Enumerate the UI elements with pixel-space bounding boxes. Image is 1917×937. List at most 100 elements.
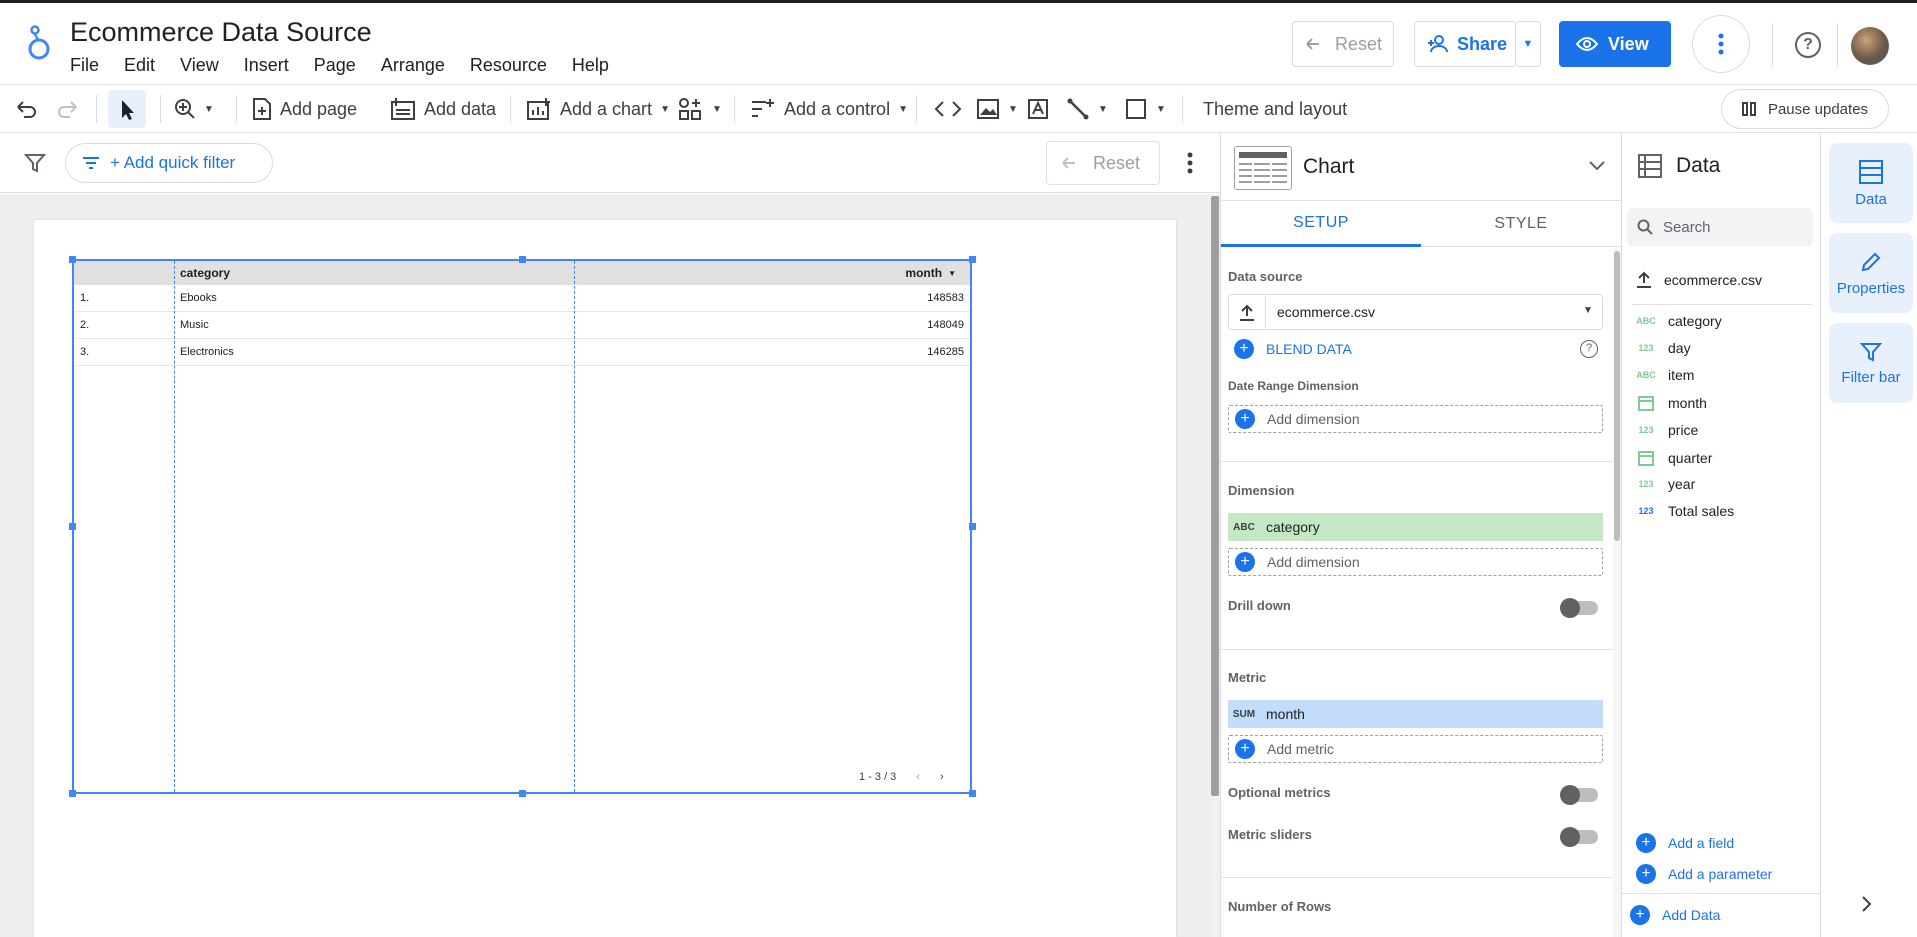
filter-icon[interactable] (24, 152, 46, 174)
scrollbar-thumb[interactable] (1614, 251, 1620, 541)
tab-style[interactable]: STYLE (1421, 201, 1621, 247)
chevron-right-icon[interactable]: › (940, 771, 944, 783)
table-chart[interactable]: category month ▼ 1. Ebooks 148583 2. Mus… (72, 259, 972, 794)
chart-properties-panel: Chart SETUP STYLE Data source ecommerce.… (1220, 133, 1621, 937)
menu-insert[interactable]: Insert (244, 55, 289, 76)
undo-button[interactable] (16, 85, 38, 133)
menu-file[interactable]: File (70, 55, 99, 76)
add-line-button[interactable]: ▼ (1066, 85, 1108, 133)
add-shape-button[interactable]: ▼ (1124, 85, 1166, 133)
community-viz-button[interactable]: ▼ (678, 85, 722, 133)
view-button[interactable]: View (1559, 21, 1671, 67)
resize-handle[interactable] (69, 523, 76, 530)
add-text-button[interactable] (1026, 85, 1050, 133)
table-row: 3. Electronics 146285 (74, 339, 970, 366)
section-divider (1221, 877, 1613, 878)
number-type-icon: 123 (1638, 506, 1654, 516)
menu-help[interactable]: Help (572, 55, 609, 76)
add-field-button[interactable]: + Add a field (1636, 833, 1734, 853)
field-item-category[interactable]: ABC category (1636, 313, 1721, 329)
metric-sliders-toggle[interactable] (1560, 827, 1598, 847)
scrollbar-thumb[interactable] (1211, 196, 1219, 796)
rail-filter-bar-button[interactable]: Filter bar (1829, 323, 1913, 403)
add-quick-filter-button[interactable]: + Add quick filter (65, 143, 273, 183)
help-icon[interactable]: ? (1580, 340, 1598, 358)
share-dropdown-button[interactable]: ▼ (1516, 21, 1541, 67)
drill-down-toggle[interactable] (1560, 598, 1598, 618)
panel-scrollbar[interactable] (1613, 249, 1621, 937)
more-vert-icon[interactable] (1187, 152, 1193, 174)
add-image-button[interactable]: ▼ (976, 85, 1018, 133)
more-options-button[interactable] (1692, 15, 1750, 73)
resize-handle[interactable] (519, 790, 526, 797)
chart-panel-title: Chart (1303, 155, 1355, 178)
filter-reset-label: Reset (1093, 152, 1141, 173)
add-parameter-button[interactable]: + Add a parameter (1636, 864, 1772, 884)
field-item-quarter[interactable]: quarter (1636, 449, 1712, 467)
chevron-down-icon[interactable] (1589, 161, 1605, 171)
dimension-label: Dimension (1228, 483, 1295, 498)
canvas-scrollbar[interactable] (1210, 194, 1220, 937)
zoom-button[interactable]: ▼ (174, 85, 214, 133)
filter-reset-button[interactable]: Reset (1046, 141, 1160, 185)
field-item-day[interactable]: 123 day (1636, 340, 1690, 356)
add-control-label: Add a control (784, 98, 891, 119)
header-reset-button[interactable]: Reset (1292, 21, 1394, 67)
add-control-button[interactable]: Add a control ▼ (750, 85, 908, 133)
menu-edit[interactable]: Edit (124, 55, 155, 76)
add-dimension-button[interactable]: + Add dimension (1228, 548, 1603, 576)
data-source-item[interactable]: ecommerce.csv (1636, 271, 1762, 289)
resize-handle[interactable] (969, 790, 976, 797)
field-item-price[interactable]: 123 price (1636, 422, 1698, 438)
table-header-month[interactable]: month ▼ (905, 261, 956, 285)
dimension-chip-category[interactable]: ABC category (1228, 513, 1603, 541)
add-data-button[interactable]: + Add Data (1630, 905, 1720, 925)
rail-properties-label: Properties (1836, 279, 1906, 297)
resize-handle[interactable] (519, 256, 526, 263)
resize-handle[interactable] (969, 523, 976, 530)
table-header-category[interactable]: category (180, 261, 230, 285)
avatar[interactable] (1851, 27, 1889, 65)
field-item-item[interactable]: ABC item (1636, 367, 1694, 383)
add-date-dimension-button[interactable]: + Add dimension (1228, 405, 1603, 433)
menu-arrange[interactable]: Arrange (381, 55, 445, 76)
menu-view[interactable]: View (180, 55, 219, 76)
help-icon[interactable]: ? (1795, 32, 1821, 58)
field-item-total-sales[interactable]: 123 Total sales (1636, 503, 1734, 519)
blend-data-button[interactable]: + BLEND DATA (1228, 339, 1352, 359)
data-source-select[interactable]: ecommerce.csv ▼ (1228, 294, 1603, 330)
embed-url-button[interactable] (934, 85, 962, 133)
chart-type-selector[interactable] (1234, 146, 1292, 190)
toolbar-divider (1182, 95, 1183, 123)
menu-page[interactable]: Page (314, 55, 356, 76)
resize-handle[interactable] (69, 790, 76, 797)
theme-and-layout-button[interactable]: Theme and layout (1203, 85, 1347, 133)
resize-handle[interactable] (969, 256, 976, 263)
resize-handle[interactable] (69, 256, 76, 263)
select-tool-button[interactable] (108, 90, 146, 128)
field-item-month[interactable]: month (1636, 394, 1707, 412)
optional-metrics-toggle[interactable] (1560, 785, 1598, 805)
rail-properties-button[interactable]: Properties (1829, 233, 1913, 313)
toolbar-divider (734, 95, 735, 123)
column-divider[interactable] (574, 261, 575, 792)
number-type-icon: 123 (1638, 479, 1654, 489)
menu-resource[interactable]: Resource (470, 55, 547, 76)
field-search-input[interactable]: Search (1627, 208, 1813, 246)
pause-updates-button[interactable]: Pause updates (1721, 89, 1889, 129)
add-chart-button[interactable]: Add a chart ▼ (526, 85, 670, 133)
add-page-button[interactable]: Add page (252, 85, 357, 133)
column-divider[interactable] (174, 261, 175, 792)
chevron-right-icon[interactable] (1861, 895, 1873, 913)
chevron-left-icon[interactable]: ‹ (916, 771, 920, 783)
rail-data-button[interactable]: Data (1829, 143, 1913, 223)
row-index: 2. (80, 319, 90, 331)
metric-chip-month[interactable]: SUM month (1228, 700, 1603, 728)
add-data-button[interactable]: Add data (390, 85, 496, 133)
tab-setup[interactable]: SETUP (1221, 201, 1421, 247)
field-item-year[interactable]: 123 year (1636, 476, 1695, 492)
share-button[interactable]: Share (1414, 21, 1516, 67)
redo-button[interactable] (56, 85, 78, 133)
report-title[interactable]: Ecommerce Data Source (70, 17, 372, 48)
add-metric-button[interactable]: + Add metric (1228, 735, 1603, 763)
